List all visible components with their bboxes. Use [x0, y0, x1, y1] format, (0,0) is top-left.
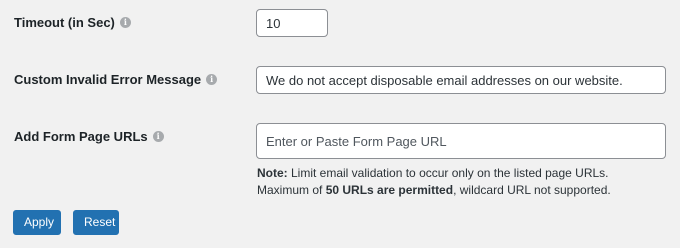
- note-line-2: Maximum of 50 URLs are permitted, wildca…: [257, 182, 667, 199]
- note-line-1: Note: Limit email validation to occur on…: [257, 165, 667, 182]
- info-icon[interactable]: i: [119, 17, 131, 28]
- note-line-2-end: , wildcard URL not supported.: [453, 183, 611, 197]
- error-message-input[interactable]: [256, 66, 666, 94]
- form-urls-label-group: Add Form Page URLs i: [14, 129, 164, 144]
- timeout-label-group: Timeout (in Sec) i: [14, 15, 131, 30]
- apply-button[interactable]: Apply: [13, 210, 61, 235]
- timeout-input[interactable]: [256, 9, 328, 37]
- error-message-label: Custom Invalid Error Message: [14, 72, 202, 87]
- error-message-label-group: Custom Invalid Error Message i: [14, 72, 218, 87]
- note-line-2-start: Maximum of: [257, 183, 326, 197]
- note-url-limit: 50 URLs are permitted: [325, 183, 454, 197]
- info-icon[interactable]: i: [206, 74, 218, 85]
- note-line-1-text: Limit email validation to occur only on …: [287, 166, 609, 180]
- info-icon[interactable]: i: [152, 131, 164, 142]
- form-urls-note: Note: Limit email validation to occur on…: [257, 165, 667, 199]
- form-urls-input[interactable]: [256, 123, 666, 159]
- form-urls-label: Add Form Page URLs: [14, 129, 148, 144]
- reset-button[interactable]: Reset: [73, 210, 119, 235]
- note-prefix: Note:: [257, 166, 288, 180]
- timeout-label: Timeout (in Sec): [14, 15, 115, 30]
